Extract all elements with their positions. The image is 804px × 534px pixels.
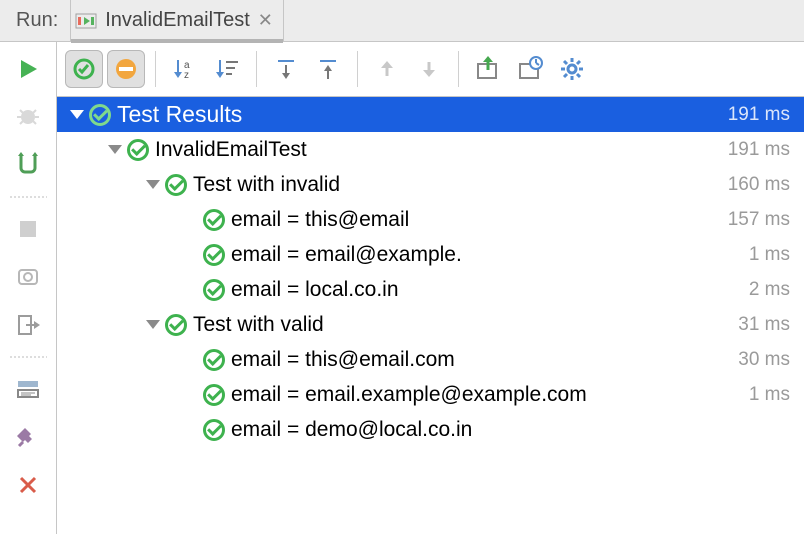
node-duration: 2 ms [749,279,790,301]
separator [458,51,459,87]
disclosure-triangle-icon[interactable] [143,320,163,329]
pass-icon [87,104,113,126]
separator [155,51,156,87]
next-failed-button[interactable] [410,50,448,88]
node-duration: 157 ms [728,209,790,231]
toggle-auto-button[interactable] [9,146,47,184]
tree-group[interactable]: Test with valid 31 ms [57,307,804,342]
tree-leaf[interactable]: email = this@email 157 ms [57,202,804,237]
pass-icon [201,279,227,301]
run-gutter [0,42,57,534]
close-icon[interactable]: ✕ [258,10,273,31]
separator [256,51,257,87]
node-duration: 1 ms [749,244,790,266]
title-bar: Run: InvalidEmailTest ✕ [0,0,804,42]
tree-leaf[interactable]: email = demo@local.co.in [57,412,804,447]
exit-button[interactable] [9,306,47,344]
disclosure-triangle-icon[interactable] [67,110,87,119]
export-results-button[interactable] [469,50,507,88]
sort-alpha-button[interactable]: az [166,50,204,88]
disclosure-triangle-icon[interactable] [105,145,125,154]
node-label: Test with invalid [193,173,720,197]
sort-duration-button[interactable] [208,50,246,88]
layout-button[interactable] [9,370,47,408]
tree-group[interactable]: Test with invalid 160 ms [57,167,804,202]
show-ignored-button[interactable] [107,50,145,88]
node-duration: 160 ms [728,174,790,196]
disclosure-triangle-icon[interactable] [143,180,163,189]
tab-active-underline [71,39,283,43]
pass-icon [201,349,227,371]
collapse-all-button[interactable] [309,50,347,88]
history-button[interactable] [511,50,549,88]
pass-icon [201,419,227,441]
node-duration: 191 ms [728,139,790,161]
tab-title: InvalidEmailTest [105,9,250,32]
tree-leaf[interactable]: email = this@email.com 30 ms [57,342,804,377]
expand-all-button[interactable] [267,50,305,88]
node-label: InvalidEmailTest [155,138,720,162]
node-duration: 31 ms [738,314,790,336]
node-duration: 191 ms [728,104,790,126]
node-label: email = this@email.com [231,348,730,372]
show-passed-button[interactable] [65,50,103,88]
pass-icon [201,244,227,266]
pass-icon [163,314,189,336]
node-label: email = local.co.in [231,278,741,302]
pass-icon [201,384,227,406]
pass-icon [201,209,227,231]
separator [357,51,358,87]
separator [9,356,47,358]
pass-icon [163,174,189,196]
tree-leaf[interactable]: email = email@example. 1 ms [57,237,804,272]
tree-suite[interactable]: InvalidEmailTest 191 ms [57,132,804,167]
pass-icon [125,139,151,161]
svg-text:z: z [184,70,189,81]
node-label: email = demo@local.co.in [231,418,782,442]
tree-leaf[interactable]: email = email.example@example.com 1 ms [57,377,804,412]
run-tab[interactable]: InvalidEmailTest ✕ [70,0,284,42]
node-label: Test with valid [193,313,730,337]
close-button[interactable] [9,466,47,504]
test-toolbar: az [57,42,804,97]
node-label: email = email.example@example.com [231,383,741,407]
node-label: email = this@email [231,208,720,232]
separator [9,196,47,198]
node-duration: 1 ms [749,384,790,406]
pin-button[interactable] [9,418,47,456]
run-button[interactable] [9,50,47,88]
settings-button[interactable] [553,50,591,88]
stop-button[interactable] [9,210,47,248]
run-label: Run: [0,9,70,32]
tree-root[interactable]: Test Results 191 ms [57,97,804,132]
node-label: Test Results [117,101,720,128]
debug-button[interactable] [9,98,47,136]
test-results-tree[interactable]: Test Results 191 ms InvalidEmailTest 191… [57,97,804,534]
dump-button[interactable] [9,258,47,296]
prev-failed-button[interactable] [368,50,406,88]
test-config-icon [75,10,97,32]
tree-leaf[interactable]: email = local.co.in 2 ms [57,272,804,307]
node-label: email = email@example. [231,243,741,267]
node-duration: 30 ms [738,349,790,371]
